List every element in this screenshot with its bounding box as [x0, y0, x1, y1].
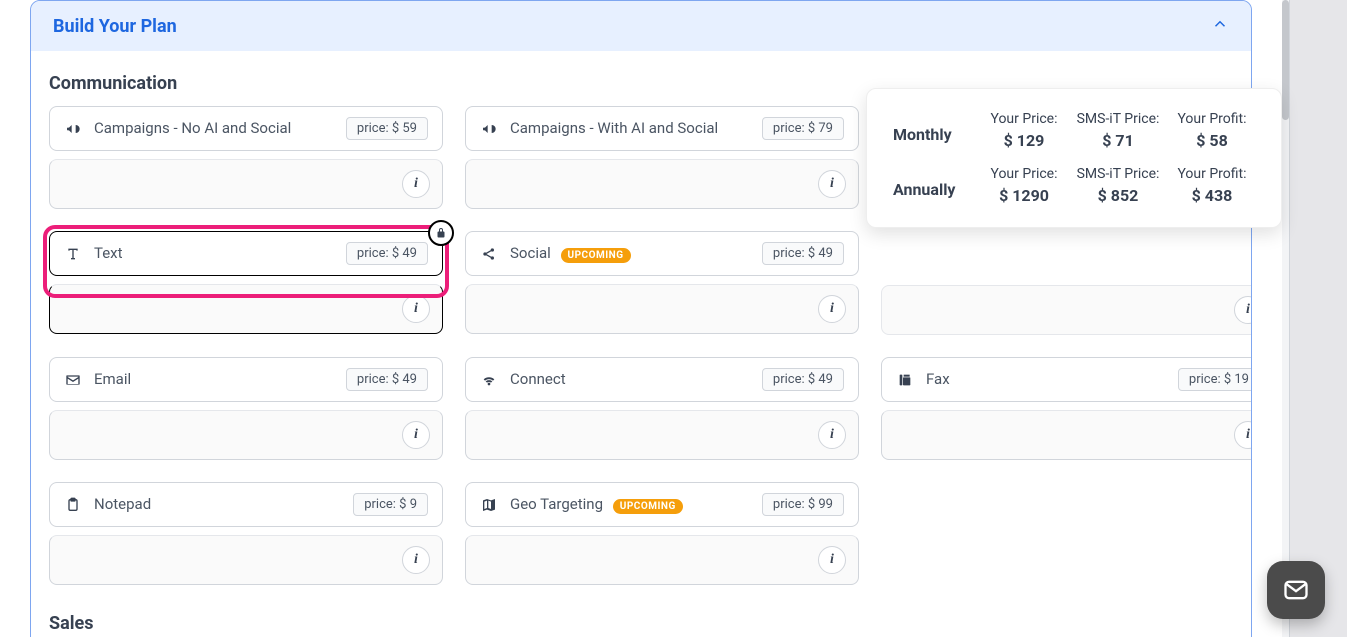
plan-card-connect[interactable]: Connect price: $ 49 — [465, 357, 859, 402]
price-badge: price: $ 99 — [762, 493, 844, 516]
info-icon[interactable]: i — [1234, 421, 1252, 449]
section-title-sales: Sales — [49, 613, 1233, 634]
plan-name: Campaigns - No AI and Social — [94, 119, 291, 139]
lock-icon — [428, 220, 454, 246]
wifi-icon — [480, 371, 498, 389]
price-badge: price: $ 49 — [762, 368, 844, 391]
envelope-icon — [64, 371, 82, 389]
plan-name: Fax — [926, 370, 950, 390]
summary-your-price: Your Price:$ 129 — [981, 111, 1067, 150]
plan-card-campaigns-with-ai[interactable]: Campaigns - With AI and Social price: $ … — [465, 106, 859, 151]
panel-header[interactable]: Build Your Plan — [31, 1, 1251, 51]
plan-card-fax[interactable]: Fax price: $ 19 — [881, 357, 1252, 402]
upcoming-badge: UPCOMING — [613, 499, 683, 514]
summary-monthly-row: Monthly Your Price:$ 129 SMS-iT Price:$ … — [893, 111, 1255, 150]
plan-card: Campaigns - With AI and Social price: $ … — [465, 106, 859, 209]
plan-card: Email price: $ 49 i — [49, 357, 443, 460]
plan-name: Campaigns - With AI and Social — [510, 119, 718, 139]
plan-card: Social UPCOMING price: $ 49 i — [465, 231, 859, 334]
clipboard-icon — [64, 496, 82, 514]
price-summary-card: Monthly Your Price:$ 129 SMS-iT Price:$ … — [866, 88, 1282, 228]
info-icon[interactable]: i — [402, 295, 430, 323]
info-icon[interactable]: i — [818, 546, 846, 574]
info-icon[interactable]: i — [1234, 296, 1252, 324]
plan-name: Email — [94, 370, 131, 390]
plan-card-email[interactable]: Email price: $ 49 — [49, 357, 443, 402]
app-frame: Build Your Plan Communication Cam — [0, 0, 1290, 637]
price-badge: price: $ 49 — [762, 242, 844, 265]
plan-card: Geo Targeting UPCOMING price: $ 99 i — [465, 482, 859, 585]
summary-period-label: Monthly — [893, 111, 973, 150]
info-icon[interactable]: i — [818, 421, 846, 449]
plan-card-notepad[interactable]: Notepad price: $ 9 — [49, 482, 443, 527]
mail-fab[interactable] — [1267, 561, 1325, 619]
plan-card-geo-targeting[interactable]: Geo Targeting UPCOMING price: $ 99 — [465, 482, 859, 527]
plan-name: Geo Targeting UPCOMING — [510, 495, 683, 515]
plan-card-text[interactable]: Text price: $ 49 — [49, 231, 443, 276]
price-badge: price: $ 79 — [762, 117, 844, 140]
plan-card: Text price: $ 49 i — [49, 231, 443, 334]
info-icon[interactable]: i — [818, 170, 846, 198]
plan-name: Text — [94, 244, 123, 264]
summary-period-label: Annually — [893, 166, 973, 205]
plan-card: i — [881, 231, 1252, 335]
summary-your-profit: Your Profit:$ 58 — [1169, 111, 1255, 150]
price-badge: price: $ 19 — [1178, 368, 1252, 391]
summary-your-profit: Your Profit:$ 438 — [1169, 166, 1255, 205]
megaphone-icon — [64, 120, 82, 138]
panel-title: Build Your Plan — [53, 16, 177, 37]
plan-name: Notepad — [94, 495, 151, 515]
info-icon[interactable]: i — [402, 421, 430, 449]
summary-annually-row: Annually Your Price:$ 1290 SMS-iT Price:… — [893, 166, 1255, 205]
plan-card: Campaigns - No AI and Social price: $ 59… — [49, 106, 443, 209]
plan-name: Social UPCOMING — [510, 244, 631, 264]
chevron-up-icon[interactable] — [1211, 15, 1229, 37]
info-icon[interactable]: i — [402, 170, 430, 198]
upcoming-badge: UPCOMING — [561, 248, 631, 263]
summary-smsit-price: SMS-iT Price:$ 71 — [1075, 111, 1161, 150]
summary-your-price: Your Price:$ 1290 — [981, 166, 1067, 205]
text-icon — [64, 245, 82, 263]
scrollbar[interactable] — [1282, 0, 1289, 637]
map-icon — [480, 496, 498, 514]
price-badge: price: $ 49 — [346, 368, 428, 391]
plan-card: Fax price: $ 19 i — [881, 357, 1252, 460]
plan-card: Connect price: $ 49 i — [465, 357, 859, 460]
share-icon — [480, 245, 498, 263]
price-badge: price: $ 9 — [353, 493, 428, 516]
megaphone-icon — [480, 120, 498, 138]
plan-card-social[interactable]: Social UPCOMING price: $ 49 — [465, 231, 859, 276]
plan-card-campaigns-no-ai[interactable]: Campaigns - No AI and Social price: $ 59 — [49, 106, 443, 151]
fax-icon — [896, 371, 914, 389]
price-badge: price: $ 49 — [346, 242, 428, 265]
price-badge: price: $ 59 — [346, 117, 428, 140]
plan-card: Notepad price: $ 9 i — [49, 482, 443, 585]
info-icon[interactable]: i — [402, 546, 430, 574]
info-icon[interactable]: i — [818, 295, 846, 323]
plan-name: Connect — [510, 370, 566, 390]
summary-smsit-price: SMS-iT Price:$ 852 — [1075, 166, 1161, 205]
